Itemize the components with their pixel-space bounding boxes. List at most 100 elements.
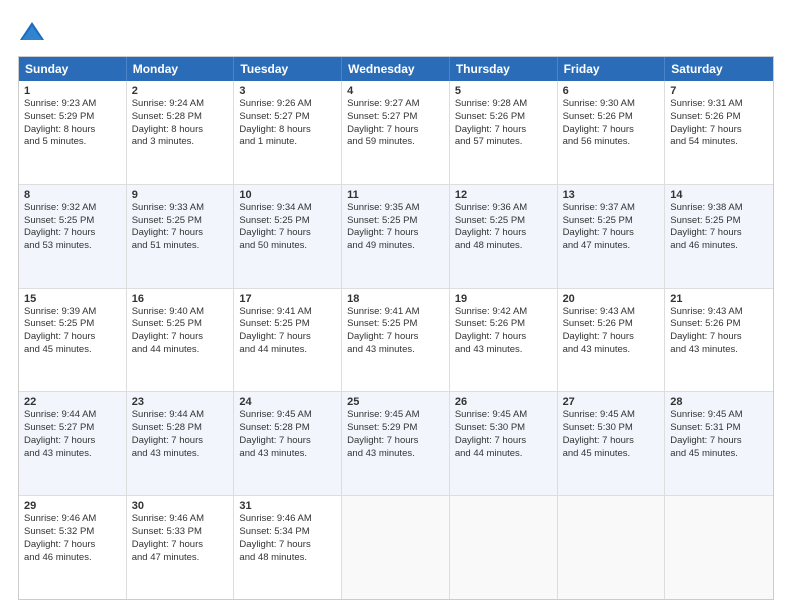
cell-line: Sunrise: 9:45 AM	[455, 409, 552, 422]
calendar-cell: 20Sunrise: 9:43 AMSunset: 5:26 PMDayligh…	[558, 289, 666, 392]
cell-line: and 47 minutes.	[132, 552, 229, 565]
calendar-cell: 30Sunrise: 9:46 AMSunset: 5:33 PMDayligh…	[127, 496, 235, 599]
cell-line: and 49 minutes.	[347, 240, 444, 253]
cell-line: and 54 minutes.	[670, 136, 768, 149]
cell-line: Sunset: 5:25 PM	[455, 215, 552, 228]
cell-line: Sunrise: 9:40 AM	[132, 306, 229, 319]
cell-line: Sunset: 5:25 PM	[670, 215, 768, 228]
cell-line: and 48 minutes.	[239, 552, 336, 565]
calendar-cell: 8Sunrise: 9:32 AMSunset: 5:25 PMDaylight…	[19, 185, 127, 288]
cell-line: Sunrise: 9:35 AM	[347, 202, 444, 215]
cell-line: Daylight: 7 hours	[132, 227, 229, 240]
cell-line: Sunrise: 9:46 AM	[24, 513, 121, 526]
day-number: 10	[239, 189, 336, 201]
cell-line: and 44 minutes.	[239, 344, 336, 357]
day-number: 12	[455, 189, 552, 201]
cell-line: and 43 minutes.	[670, 344, 768, 357]
cell-line: and 59 minutes.	[347, 136, 444, 149]
cell-line: and 43 minutes.	[563, 344, 660, 357]
logo-icon	[18, 18, 46, 46]
cell-line: and 43 minutes.	[347, 448, 444, 461]
cell-line: Sunrise: 9:41 AM	[347, 306, 444, 319]
day-number: 24	[239, 396, 336, 408]
cell-line: Sunset: 5:33 PM	[132, 526, 229, 539]
calendar-cell: 1Sunrise: 9:23 AMSunset: 5:29 PMDaylight…	[19, 81, 127, 184]
cell-line: Sunset: 5:29 PM	[24, 111, 121, 124]
cell-line: Daylight: 7 hours	[670, 331, 768, 344]
weekday-header: Monday	[127, 57, 235, 81]
cell-line: Daylight: 7 hours	[347, 331, 444, 344]
cell-line: Sunrise: 9:41 AM	[239, 306, 336, 319]
cell-line: and 57 minutes.	[455, 136, 552, 149]
calendar-cell: 27Sunrise: 9:45 AMSunset: 5:30 PMDayligh…	[558, 392, 666, 495]
day-number: 5	[455, 85, 552, 97]
weekday-header: Saturday	[665, 57, 773, 81]
day-number: 8	[24, 189, 121, 201]
day-number: 21	[670, 293, 768, 305]
cell-line: Daylight: 7 hours	[239, 539, 336, 552]
calendar-cell: 4Sunrise: 9:27 AMSunset: 5:27 PMDaylight…	[342, 81, 450, 184]
cell-line: Daylight: 7 hours	[455, 331, 552, 344]
day-number: 4	[347, 85, 444, 97]
page: SundayMondayTuesdayWednesdayThursdayFrid…	[0, 0, 792, 612]
calendar-row: 15Sunrise: 9:39 AMSunset: 5:25 PMDayligh…	[19, 288, 773, 392]
cell-line: Sunset: 5:25 PM	[132, 215, 229, 228]
cell-line: Daylight: 7 hours	[239, 435, 336, 448]
cell-line: Daylight: 7 hours	[24, 435, 121, 448]
cell-line: Daylight: 7 hours	[455, 124, 552, 137]
cell-line: Daylight: 7 hours	[132, 331, 229, 344]
weekday-header: Wednesday	[342, 57, 450, 81]
calendar-cell: 11Sunrise: 9:35 AMSunset: 5:25 PMDayligh…	[342, 185, 450, 288]
cell-line: Sunset: 5:34 PM	[239, 526, 336, 539]
day-number: 1	[24, 85, 121, 97]
cell-line: Sunrise: 9:36 AM	[455, 202, 552, 215]
calendar-cell: 15Sunrise: 9:39 AMSunset: 5:25 PMDayligh…	[19, 289, 127, 392]
cell-line: Daylight: 7 hours	[347, 227, 444, 240]
cell-line: Daylight: 7 hours	[455, 227, 552, 240]
cell-line: Daylight: 7 hours	[239, 227, 336, 240]
cell-line: Sunrise: 9:45 AM	[563, 409, 660, 422]
calendar-cell: 10Sunrise: 9:34 AMSunset: 5:25 PMDayligh…	[234, 185, 342, 288]
day-number: 6	[563, 85, 660, 97]
day-number: 18	[347, 293, 444, 305]
cell-line: Sunrise: 9:43 AM	[670, 306, 768, 319]
day-number: 20	[563, 293, 660, 305]
cell-line: Sunrise: 9:30 AM	[563, 98, 660, 111]
calendar-cell	[450, 496, 558, 599]
cell-line: and 51 minutes.	[132, 240, 229, 253]
cell-line: Sunrise: 9:26 AM	[239, 98, 336, 111]
cell-line: Daylight: 7 hours	[563, 227, 660, 240]
calendar-cell: 19Sunrise: 9:42 AMSunset: 5:26 PMDayligh…	[450, 289, 558, 392]
cell-line: Sunrise: 9:45 AM	[239, 409, 336, 422]
cell-line: Sunrise: 9:38 AM	[670, 202, 768, 215]
cell-line: Sunset: 5:28 PM	[239, 422, 336, 435]
calendar-cell: 3Sunrise: 9:26 AMSunset: 5:27 PMDaylight…	[234, 81, 342, 184]
cell-line: Sunrise: 9:46 AM	[132, 513, 229, 526]
cell-line: Sunset: 5:25 PM	[239, 318, 336, 331]
calendar-cell: 2Sunrise: 9:24 AMSunset: 5:28 PMDaylight…	[127, 81, 235, 184]
cell-line: Sunset: 5:25 PM	[347, 215, 444, 228]
cell-line: Daylight: 7 hours	[670, 435, 768, 448]
calendar-cell: 13Sunrise: 9:37 AMSunset: 5:25 PMDayligh…	[558, 185, 666, 288]
cell-line: Sunset: 5:32 PM	[24, 526, 121, 539]
cell-line: Sunset: 5:30 PM	[455, 422, 552, 435]
calendar-cell: 16Sunrise: 9:40 AMSunset: 5:25 PMDayligh…	[127, 289, 235, 392]
cell-line: and 48 minutes.	[455, 240, 552, 253]
cell-line: Sunrise: 9:27 AM	[347, 98, 444, 111]
calendar-cell: 9Sunrise: 9:33 AMSunset: 5:25 PMDaylight…	[127, 185, 235, 288]
cell-line: Sunset: 5:27 PM	[347, 111, 444, 124]
day-number: 3	[239, 85, 336, 97]
calendar-row: 8Sunrise: 9:32 AMSunset: 5:25 PMDaylight…	[19, 184, 773, 288]
cell-line: and 56 minutes.	[563, 136, 660, 149]
day-number: 11	[347, 189, 444, 201]
calendar-body: 1Sunrise: 9:23 AMSunset: 5:29 PMDaylight…	[19, 81, 773, 599]
cell-line: Sunrise: 9:28 AM	[455, 98, 552, 111]
cell-line: Sunrise: 9:32 AM	[24, 202, 121, 215]
cell-line: Sunrise: 9:37 AM	[563, 202, 660, 215]
day-number: 23	[132, 396, 229, 408]
calendar-cell: 12Sunrise: 9:36 AMSunset: 5:25 PMDayligh…	[450, 185, 558, 288]
cell-line: Daylight: 7 hours	[24, 539, 121, 552]
cell-line: Sunset: 5:27 PM	[24, 422, 121, 435]
calendar-cell: 17Sunrise: 9:41 AMSunset: 5:25 PMDayligh…	[234, 289, 342, 392]
cell-line: Daylight: 7 hours	[670, 227, 768, 240]
